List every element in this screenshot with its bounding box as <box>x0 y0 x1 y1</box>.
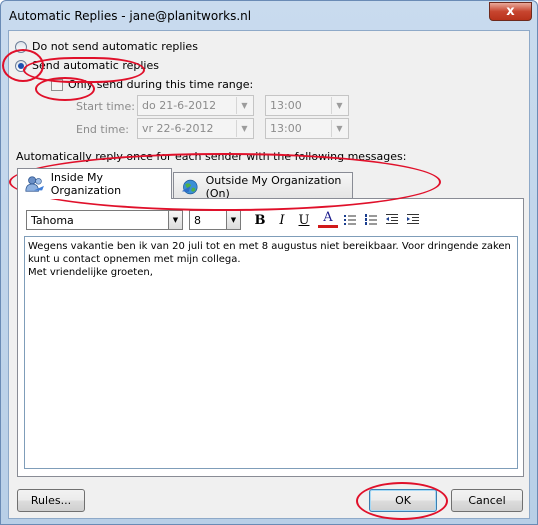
font-size-select[interactable]: 8 ▼ <box>189 210 241 230</box>
numbered-list-button[interactable] <box>361 210 381 230</box>
end-hour-select[interactable]: 13:00 ▼ <box>265 118 349 139</box>
window-title: Automatic Replies - jane@planitworks.nl <box>9 8 252 23</box>
tab-panel: Tahoma ▼ 8 ▼ B I U A Wegens vakantie ben… <box>17 198 524 477</box>
globe-icon <box>181 179 198 194</box>
ok-button[interactable]: OK <box>369 489 437 512</box>
start-time-label: Start time: <box>76 100 135 113</box>
start-hour-value: 13:00 <box>270 99 302 112</box>
end-date-select[interactable]: vr 22-6-2012 ▼ <box>137 118 254 139</box>
chevron-down-icon: ▼ <box>331 97 347 114</box>
title-bar[interactable]: Automatic Replies - jane@planitworks.nl … <box>1 1 537 30</box>
time-range-label: Only send during this time range: <box>68 78 254 91</box>
dialog-window: Automatic Replies - jane@planitworks.nl … <box>0 0 538 525</box>
send-option[interactable]: Send automatic replies <box>15 59 159 72</box>
font-name-select[interactable]: Tahoma ▼ <box>26 210 183 230</box>
font-size-value: 8 <box>194 213 201 227</box>
people-icon <box>25 176 44 192</box>
chevron-down-icon: ▼ <box>168 211 182 229</box>
tab-outside-organization[interactable]: Outside My Organization (On) <box>173 172 353 200</box>
send-label: Send automatic replies <box>32 59 159 72</box>
end-time-label: End time: <box>76 123 129 136</box>
start-hour-select[interactable]: 13:00 ▼ <box>265 95 349 116</box>
start-date-value: do 21-6-2012 <box>142 99 217 112</box>
increase-indent-button[interactable] <box>403 210 423 230</box>
tab-outside-label: Outside My Organization (On) <box>205 173 342 200</box>
end-date-value: vr 22-6-2012 <box>142 122 214 135</box>
start-date-select[interactable]: do 21-6-2012 ▼ <box>137 95 254 116</box>
dialog-body: Do not send automatic replies Send autom… <box>8 30 530 519</box>
chevron-down-icon: ▼ <box>331 120 347 137</box>
bullet-list-button[interactable] <box>340 210 360 230</box>
bullet-list-icon <box>344 215 356 225</box>
tab-inside-organization[interactable]: Inside My Organization <box>17 168 172 199</box>
underline-button[interactable]: U <box>294 210 314 230</box>
time-range-checkbox[interactable] <box>51 78 63 91</box>
italic-button[interactable]: I <box>272 210 292 230</box>
decrease-indent-icon <box>386 214 398 224</box>
do-not-send-option[interactable]: Do not send automatic replies <box>15 40 198 53</box>
do-not-send-label: Do not send automatic replies <box>32 40 198 53</box>
close-button[interactable]: x <box>489 2 532 21</box>
cancel-button[interactable]: Cancel <box>451 489 523 512</box>
increase-indent-icon <box>407 214 419 224</box>
message-editor[interactable]: Wegens vakantie ben ik van 20 juli tot e… <box>24 236 518 469</box>
chevron-down-icon: ▼ <box>236 120 252 137</box>
tab-inside-label: Inside My Organization <box>50 171 122 197</box>
message-line-2: kunt u contact opnemen met mijn collega. <box>28 254 241 265</box>
rules-button[interactable]: Rules... <box>17 489 85 512</box>
end-hour-value: 13:00 <box>270 122 302 135</box>
message-line-4: Met vriendelijke groeten, <box>28 267 153 278</box>
send-radio[interactable] <box>15 59 27 72</box>
chevron-down-icon: ▼ <box>236 97 252 114</box>
time-range-option[interactable]: Only send during this time range: <box>51 78 253 91</box>
messages-section-label: Automatically reply once for each sender… <box>16 150 407 163</box>
font-color-button[interactable]: A <box>318 210 338 228</box>
chevron-down-icon: ▼ <box>226 211 240 229</box>
decrease-indent-button[interactable] <box>382 210 402 230</box>
numbered-list-icon <box>365 214 377 225</box>
bold-button[interactable]: B <box>250 210 270 230</box>
font-name-value: Tahoma <box>31 213 74 227</box>
message-line-1: Wegens vakantie ben ik van 20 juli tot e… <box>28 241 511 252</box>
do-not-send-radio[interactable] <box>15 40 27 53</box>
